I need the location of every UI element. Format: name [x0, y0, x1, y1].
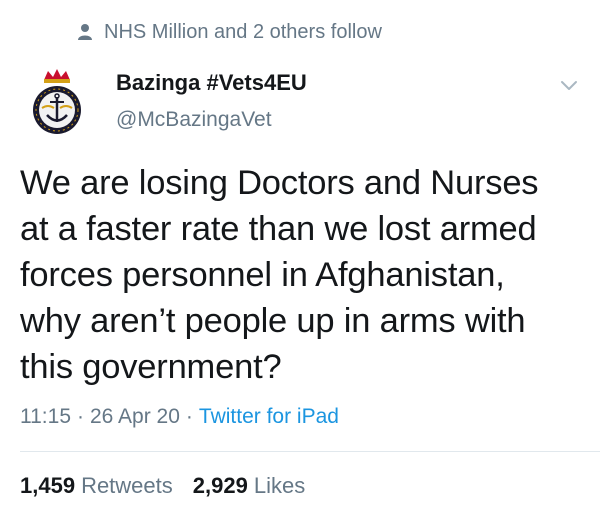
avatar[interactable] — [20, 66, 94, 140]
retweets-stat[interactable]: 1,459 Retweets — [20, 473, 173, 499]
tweet-stats: 1,459 Retweets 2,929 Likes — [20, 470, 305, 502]
retweets-label: Retweets — [81, 473, 173, 498]
tweet-text-line: We are losing Doctors and Nurses — [20, 164, 539, 202]
author-name[interactable]: Bazinga #Vets4EU — [116, 70, 307, 96]
tweet-text: We are losing Doctors and Nurses at a fa… — [20, 160, 592, 390]
likes-stat[interactable]: 2,929 Likes — [193, 473, 305, 499]
author-handle[interactable]: @McBazingaVet — [116, 108, 272, 132]
tweet-text-line: why aren’t people up in arms with — [20, 302, 526, 340]
tweet-source-link[interactable]: Twitter for iPad — [199, 405, 339, 429]
likes-count: 2,929 — [192, 473, 248, 498]
royal-navy-crest-icon — [20, 66, 94, 140]
tweet-time[interactable]: 11:15 — [20, 405, 71, 429]
retweets-count: 1,459 — [20, 473, 76, 498]
social-context[interactable]: NHS Million and 2 others follow — [78, 18, 382, 46]
divider — [20, 451, 600, 452]
social-context-text: NHS Million and 2 others follow — [104, 20, 382, 43]
meta-separator: · — [185, 405, 193, 428]
tweet-meta: 11:15 · 26 Apr 20 · Twitter for iPad — [20, 400, 339, 434]
tweet-date[interactable]: 26 Apr 20 — [90, 405, 180, 429]
tweet-text-line: forces personnel in Afghanistan, — [20, 256, 505, 294]
chevron-down-icon[interactable] — [557, 76, 581, 96]
meta-separator: · — [77, 405, 84, 428]
tweet-text-line: this government? — [20, 348, 282, 386]
tweet-card: NHS Million and 2 others follow Bazinga … — [0, 0, 600, 513]
likes-label: Likes — [253, 473, 306, 498]
person-icon — [78, 23, 92, 41]
tweet-text-line: at a faster rate than we lost armed — [20, 210, 537, 248]
